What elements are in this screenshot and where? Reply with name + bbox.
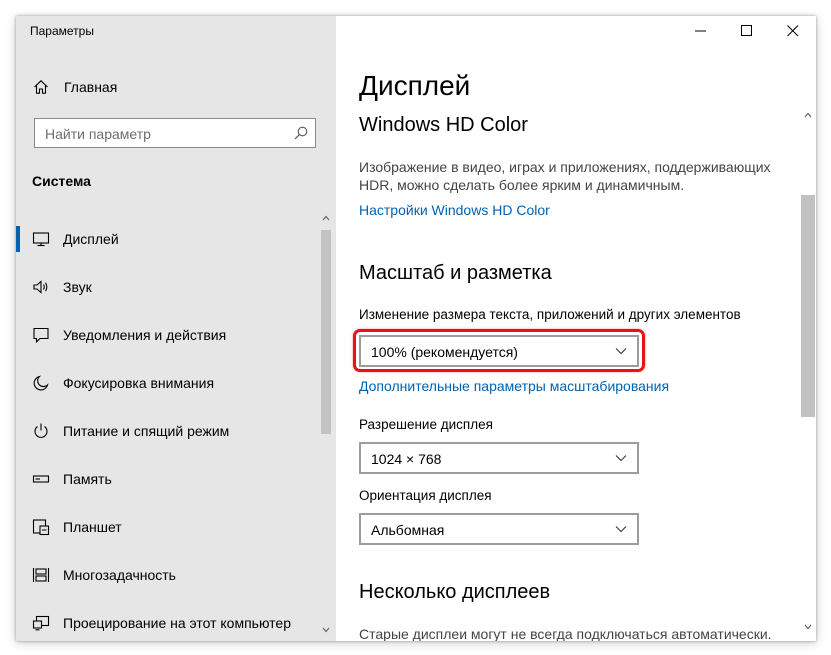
sidebar-item-multitasking[interactable]: Многозадачность [16, 551, 320, 599]
sidebar-item-label: Звук [63, 279, 92, 295]
content-scrollbar-thumb[interactable] [801, 195, 815, 417]
resolution-label: Разрешение дисплея [359, 417, 493, 432]
content-pane: Дисплей Windows HD Color Изображение в в… [336, 16, 816, 641]
hd-color-heading: Windows HD Color [359, 114, 528, 136]
sidebar-nav: Дисплей Звук Уведомления и действия Фоку… [16, 215, 320, 641]
search-box[interactable] [34, 118, 316, 148]
scroll-up-arrow-icon[interactable] [804, 111, 812, 119]
content-scrollbar[interactable] [801, 111, 815, 636]
sidebar-item-tablet[interactable]: Планшет [16, 503, 320, 551]
sidebar-item-label: Фокусировка внимания [63, 375, 215, 391]
scroll-up-arrow-icon[interactable] [322, 214, 330, 222]
resolution-dropdown-value: 1024 × 768 [371, 451, 442, 467]
tablet-icon [32, 519, 50, 536]
resolution-dropdown[interactable]: 1024 × 768 [359, 442, 639, 474]
maximize-button[interactable] [724, 16, 770, 46]
sidebar-item-projection[interactable]: Проецирование на этот компьютер [16, 599, 320, 641]
multiple-displays-heading: Несколько дисплеев [359, 581, 551, 603]
sidebar-item-label: Планшет [63, 519, 122, 535]
sidebar-item-label: Многозадачность [63, 567, 176, 583]
multitasking-icon [32, 568, 50, 582]
scroll-down-arrow-icon[interactable] [804, 623, 812, 631]
sidebar-item-label: Дисплей [63, 231, 119, 247]
sidebar-item-label: Питание и спящий режим [63, 423, 230, 439]
projection-icon [32, 615, 50, 631]
sidebar-item-focus-assist[interactable]: Фокусировка внимания [16, 359, 320, 407]
orientation-label: Ориентация дисплея [359, 488, 492, 503]
search-input[interactable] [43, 124, 287, 144]
storage-icon [32, 475, 50, 483]
minimize-button[interactable] [678, 16, 724, 46]
monitor-icon [32, 232, 50, 247]
sidebar: Параметры Главная Система Дисплей [16, 16, 336, 641]
scale-label: Изменение размера текста, приложений и д… [359, 307, 741, 322]
maximize-icon [741, 25, 752, 36]
close-icon [787, 25, 799, 37]
moon-icon [33, 375, 49, 391]
section-header-system: Система [32, 173, 91, 189]
highlight-box [353, 329, 645, 372]
scale-layout-heading: Масштаб и разметка [359, 262, 552, 284]
scroll-down-arrow-icon[interactable] [322, 626, 330, 634]
sidebar-item-storage[interactable]: Память [16, 455, 320, 503]
minimize-icon [695, 30, 706, 32]
hd-color-description: Изображение в видео, играх и приложениях… [359, 159, 771, 193]
orientation-dropdown-value: Альбомная [371, 522, 445, 538]
advanced-scaling-link[interactable]: Дополнительные параметры масштабирования [359, 378, 669, 394]
orientation-dropdown[interactable]: Альбомная [359, 513, 639, 545]
chevron-down-icon [615, 455, 627, 462]
sidebar-item-label: Память [63, 471, 112, 487]
settings-window: Параметры Главная Система Дисплей [16, 16, 816, 641]
sidebar-item-power-sleep[interactable]: Питание и спящий режим [16, 407, 320, 455]
page-title: Дисплей [359, 70, 471, 101]
sidebar-item-display[interactable]: Дисплей [16, 215, 320, 263]
sidebar-item-label: Уведомления и действия [63, 327, 227, 343]
chevron-down-icon [615, 526, 627, 533]
home-icon [34, 80, 48, 94]
power-icon [34, 423, 48, 438]
notification-icon [33, 327, 49, 344]
sidebar-scrollbar-thumb[interactable] [321, 230, 331, 434]
app-title: Параметры [30, 24, 94, 38]
hd-color-settings-link[interactable]: Настройки Windows HD Color [359, 202, 550, 218]
close-button[interactable] [770, 16, 816, 46]
multiple-displays-text: Старые дисплеи могут не всегда подключат… [359, 626, 772, 641]
sidebar-item-label: Проецирование на этот компьютер [63, 615, 291, 631]
search-icon[interactable] [294, 126, 308, 140]
sidebar-home[interactable]: Главная [16, 72, 336, 102]
sidebar-item-sound[interactable]: Звук [16, 263, 320, 311]
sidebar-scrollbar[interactable] [321, 214, 331, 640]
speaker-icon [33, 280, 48, 294]
home-label: Главная [64, 79, 118, 95]
sidebar-item-notifications[interactable]: Уведомления и действия [16, 311, 320, 359]
